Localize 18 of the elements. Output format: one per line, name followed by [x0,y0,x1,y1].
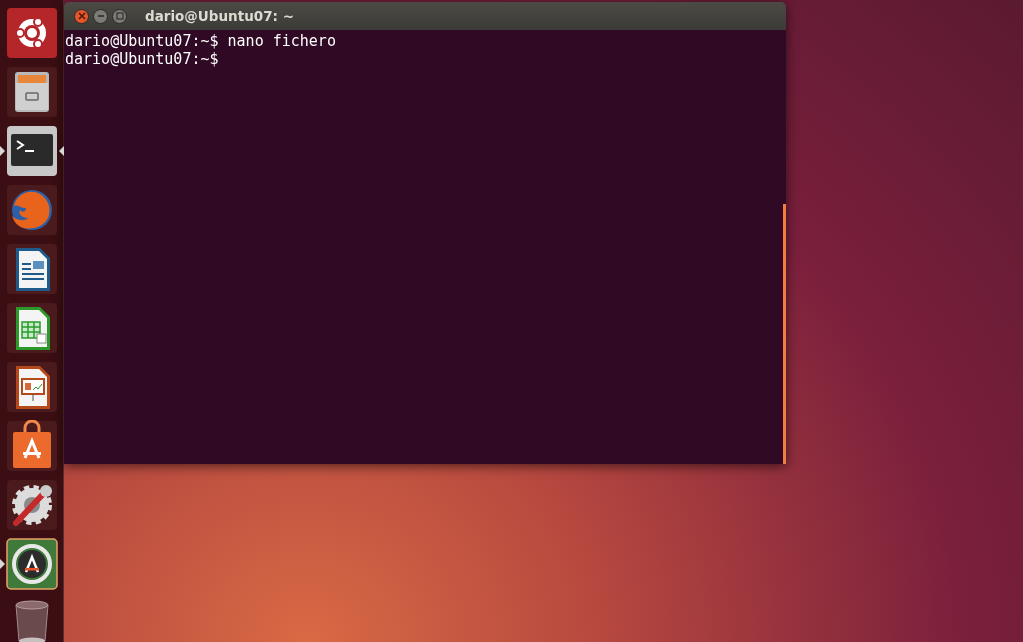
document-icon[interactable] [5,243,58,295]
minimize-button[interactable] [93,8,108,24]
terminal-line: dario@Ubuntu07:~$ [65,50,220,68]
gear-wrench-icon[interactable] [5,479,58,531]
update-arrows-icon[interactable] [5,538,58,590]
window-title: dario@Ubuntu07: ~ [145,8,294,24]
maximize-button[interactable] [112,8,127,24]
terminal-line: dario@Ubuntu07:~$ nano fichero [65,32,337,50]
ubuntu-logo-icon[interactable] [5,7,58,59]
shopping-bag-icon[interactable] [5,420,58,472]
minimize-icon [96,12,105,20]
maximize-icon [115,12,124,20]
spreadsheet-icon[interactable] [5,302,58,354]
close-button[interactable] [74,8,89,24]
file-cabinet-icon[interactable] [5,66,58,118]
presentation-icon[interactable] [5,361,58,413]
close-icon [77,12,86,20]
terminal-icon[interactable] [5,125,58,177]
